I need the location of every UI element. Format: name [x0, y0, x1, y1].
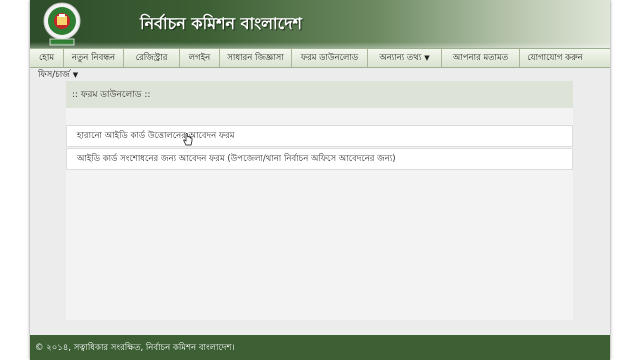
nav-faq[interactable]: সাধারন জিজ্ঞাসা: [220, 49, 292, 67]
site-footer: © ২০১৪, সত্বাধিকার সংরক্ষিত, নির্বাচন কম…: [30, 335, 610, 360]
dropdown-arrow-icon: ▼: [424, 54, 430, 62]
election-commission-emblem-icon[interactable]: [42, 1, 82, 47]
nav-label: রেজিস্ট্রার: [135, 53, 168, 63]
nav-label: যোগাযোগ করুন: [527, 53, 583, 63]
section-title: :: ফরম ডাউনলোড ::: [66, 81, 573, 108]
nav-contact[interactable]: যোগাযোগ করুন: [520, 49, 590, 67]
nav-other-info[interactable]: অন্যান্য তথ্য ▼: [368, 49, 442, 67]
download-label: আইডি কার্ড সংশোধনের জন্য আবেদন ফরম (উপজে…: [77, 154, 396, 164]
download-link-id-correction-form[interactable]: আইডি কার্ড সংশোধনের জন্য আবেদন ফরম (উপজে…: [66, 148, 573, 170]
dropdown-arrow-icon: ▼: [72, 71, 79, 79]
nav-label: সাধারন জিজ্ঞাসা: [227, 53, 284, 63]
download-link-lost-id-form[interactable]: হারানো আইডি কার্ড উত্তোলনের আবেদন ফরম: [66, 125, 573, 147]
nav-new-registration[interactable]: নতুন নিবন্ধন: [64, 49, 124, 67]
nav-label: ফরম ডাউনলোড: [300, 53, 359, 63]
nav-fees-charges[interactable]: ফিস/চার্জ ▼: [38, 69, 78, 81]
nav-label: আপনার মতামত: [452, 53, 509, 63]
nav-registrar[interactable]: রেজিস্ট্রার: [124, 49, 180, 67]
download-label: হারানো আইডি কার্ড উত্তোলনের আবেদন ফরম: [77, 131, 235, 141]
nav-form-download[interactable]: ফরম ডাউনলোড: [292, 49, 368, 67]
copyright-text: © ২০১৪, সত্বাধিকার সংরক্ষিত, নির্বাচন কম…: [35, 342, 235, 353]
nav-label: লগইন: [188, 53, 211, 63]
hand-cursor-icon: [183, 133, 193, 146]
site-header: নির্বাচন কমিশন বাংলাদেশ: [30, 0, 610, 48]
nav-label: নতুন নিবন্ধন: [71, 53, 116, 63]
nav-label: ফিস/চার্জ: [38, 70, 70, 80]
page-container: নির্বাচন কমিশন বাংলাদেশ হোম নতুন নিবন্ধন…: [30, 0, 610, 360]
nav-login[interactable]: লগইন: [180, 49, 220, 67]
nav-home[interactable]: হোম: [30, 49, 64, 67]
nav-your-opinion[interactable]: আপনার মতামত: [442, 49, 520, 67]
nav-label: হোম: [38, 53, 55, 63]
nav-label: অন্যান্য তথ্য: [379, 53, 422, 63]
main-nav: হোম নতুন নিবন্ধন রেজিস্ট্রার লগইন সাধারন…: [30, 48, 610, 68]
site-title: নির্বাচন কমিশন বাংলাদেশ: [140, 14, 302, 33]
main-content: :: ফরম ডাউনলোড :: হারানো আইডি কার্ড উত্ত…: [66, 81, 573, 320]
